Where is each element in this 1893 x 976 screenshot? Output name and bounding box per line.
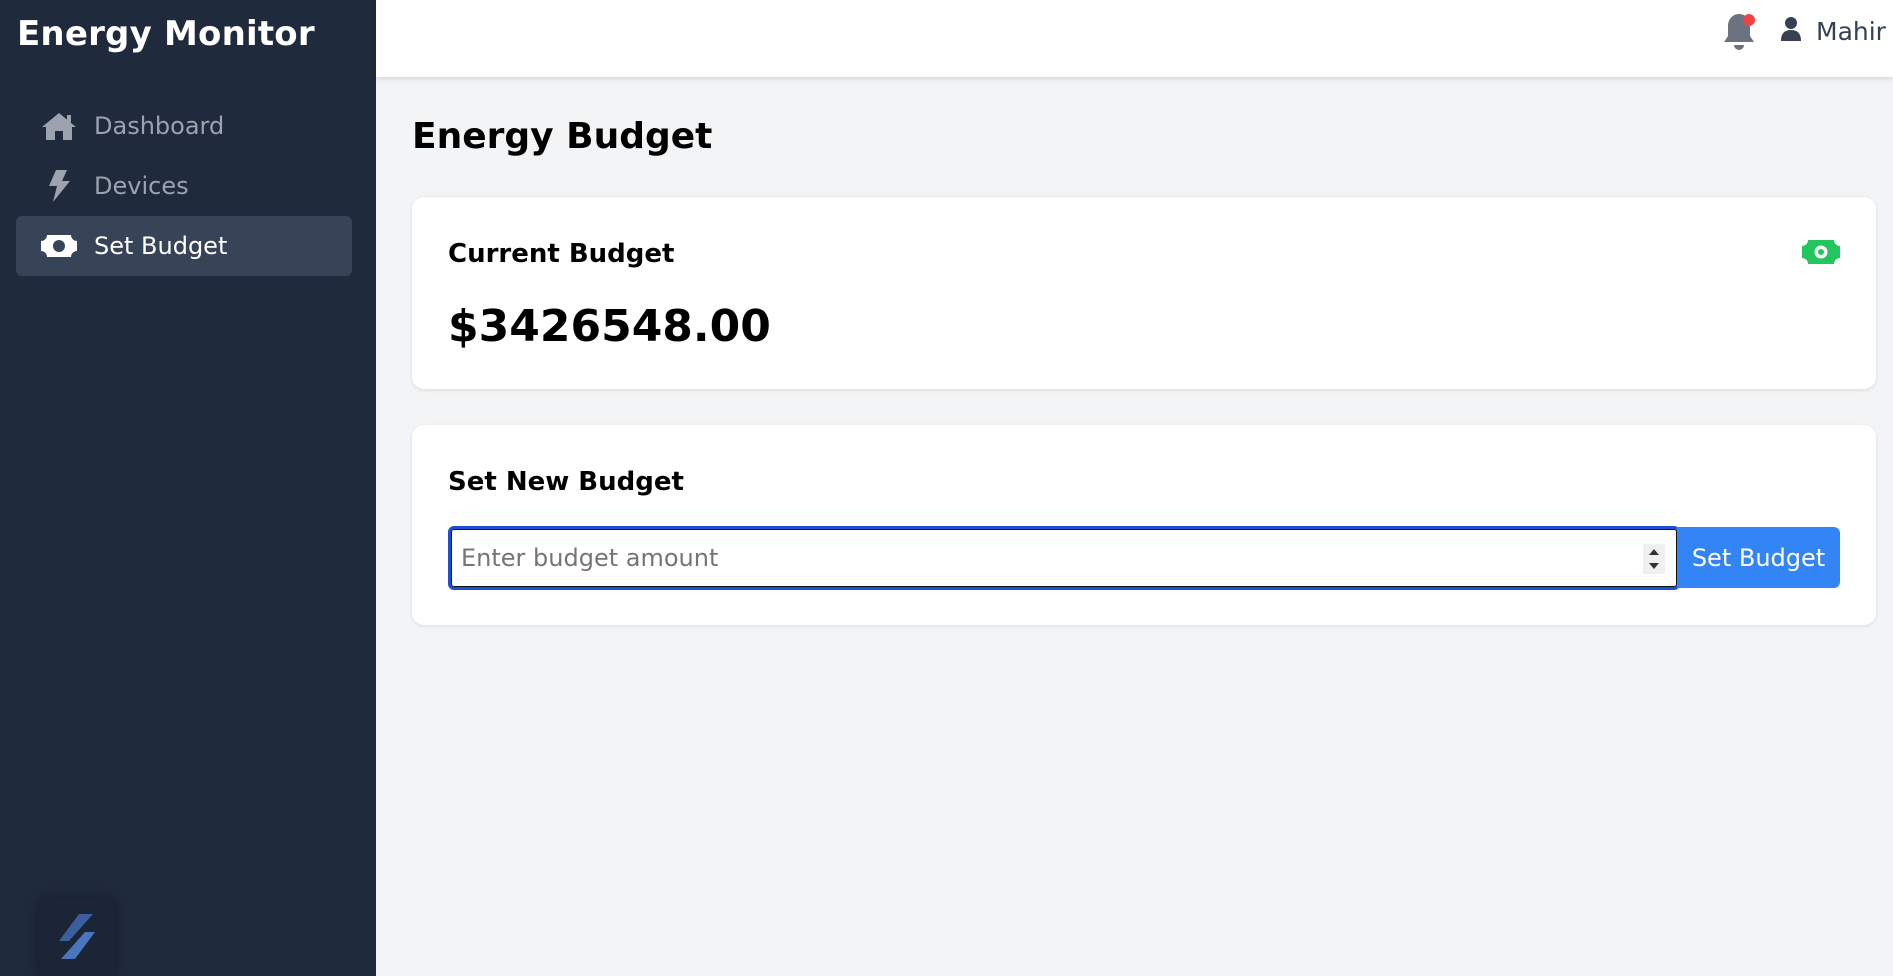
current-budget-value: $3426548.00	[448, 301, 771, 352]
sidebar: Energy Monitor Dashboard Devices Set Bud…	[0, 0, 376, 976]
user-icon	[1780, 16, 1802, 46]
page-title: Energy Budget	[412, 116, 713, 157]
notification-dot	[1743, 14, 1755, 26]
sidebar-item-label: Devices	[94, 172, 189, 200]
set-new-budget-card: Set New Budget Set Budget	[412, 425, 1876, 625]
user-menu[interactable]: Mahir	[1780, 16, 1886, 46]
user-name: Mahir	[1816, 16, 1886, 46]
sidebar-item-devices[interactable]: Devices	[16, 156, 352, 216]
sidebar-item-label: Set Budget	[94, 232, 228, 260]
bolt-icon	[40, 170, 78, 202]
money-bill-icon	[40, 230, 78, 262]
sidebar-item-dashboard[interactable]: Dashboard	[16, 96, 352, 156]
set-new-budget-title: Set New Budget	[448, 467, 684, 497]
sidebar-item-label: Dashboard	[94, 112, 225, 140]
top-bar	[376, 0, 1893, 77]
current-budget-card: Current Budget $3426548.00	[412, 197, 1876, 389]
current-budget-title: Current Budget	[448, 239, 675, 269]
set-budget-button[interactable]: Set Budget	[1677, 527, 1840, 588]
sidebar-nav: Dashboard Devices Set Budget	[16, 96, 352, 276]
budget-input-wrapper	[448, 526, 1680, 590]
home-icon	[40, 110, 78, 142]
app-title: Energy Monitor	[17, 14, 315, 54]
money-bill-icon	[1802, 239, 1840, 269]
app-logo-icon[interactable]	[39, 898, 115, 976]
sidebar-item-set-budget[interactable]: Set Budget	[16, 216, 352, 276]
number-spinner[interactable]	[1643, 544, 1665, 574]
budget-amount-input[interactable]	[461, 539, 1611, 577]
